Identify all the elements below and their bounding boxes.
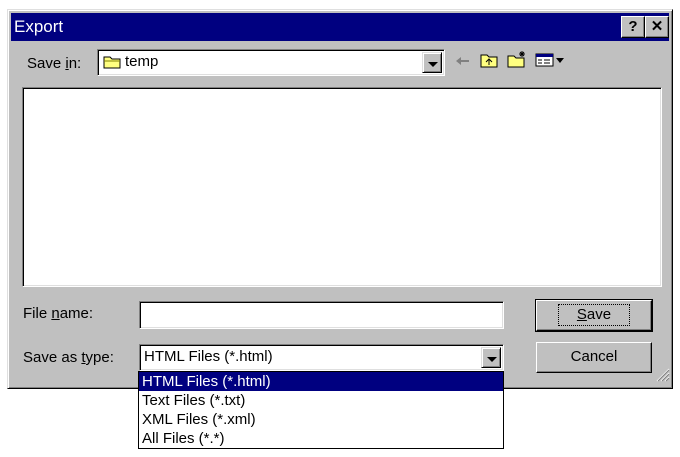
- title-bar[interactable]: Export ? ✕: [11, 13, 669, 41]
- save-in-dropdown[interactable]: temp: [97, 49, 445, 76]
- save-button-label: Save: [557, 304, 631, 326]
- save-as-type-dropdown-button[interactable]: [481, 347, 501, 368]
- help-button[interactable]: ?: [621, 16, 645, 38]
- folder-icon: [103, 55, 121, 73]
- file-list[interactable]: [22, 87, 662, 287]
- resize-grip-icon[interactable]: [656, 368, 670, 386]
- save-in-value: temp: [125, 53, 159, 70]
- cancel-button[interactable]: Cancel: [536, 342, 652, 373]
- view-menu-icon[interactable]: [535, 53, 565, 71]
- option-xml[interactable]: XML Files (*.xml): [139, 410, 503, 429]
- file-name-label: File name:: [23, 305, 94, 322]
- file-name-input[interactable]: [139, 301, 504, 329]
- up-folder-icon[interactable]: [480, 52, 498, 72]
- save-as-type-options: HTML Files (*.html) Text Files (*.txt) X…: [138, 371, 504, 449]
- close-button[interactable]: ✕: [645, 16, 669, 38]
- save-button[interactable]: Save: [535, 299, 653, 332]
- option-all[interactable]: All Files (*.*): [139, 429, 503, 448]
- option-html[interactable]: HTML Files (*.html): [139, 372, 503, 391]
- save-in-label: Save in:: [27, 55, 82, 72]
- dialog-title: Export: [14, 17, 64, 36]
- save-in-dropdown-button[interactable]: [422, 52, 442, 73]
- save-as-type-dropdown[interactable]: HTML Files (*.html): [139, 344, 504, 371]
- save-as-type-label: Save as type:: [23, 349, 114, 366]
- back-arrow-icon[interactable]: [455, 54, 471, 72]
- option-text[interactable]: Text Files (*.txt): [139, 391, 503, 410]
- export-dialog: Export ? ✕ Save in: temp File name: Save…: [7, 9, 673, 389]
- new-folder-icon[interactable]: [507, 50, 527, 72]
- save-as-type-value: HTML Files (*.html): [144, 348, 273, 365]
